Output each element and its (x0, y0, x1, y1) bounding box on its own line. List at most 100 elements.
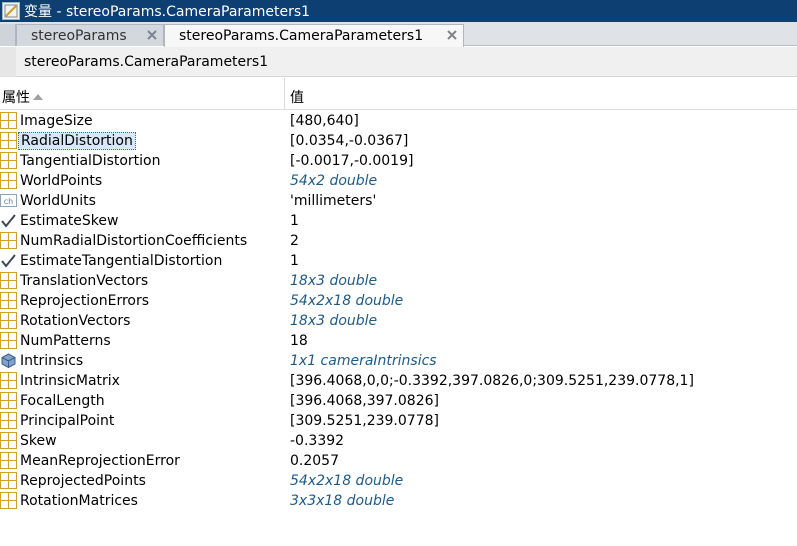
property-value[interactable]: [396.4068,397.0826] (290, 392, 439, 410)
close-icon[interactable] (145, 28, 159, 42)
grid-icon (0, 172, 17, 189)
property-name[interactable]: TangentialDistortion (20, 152, 161, 170)
property-name[interactable]: PrincipalPoint (20, 412, 114, 430)
table-row[interactable]: RotationMatrices 3x3x18 double (0, 491, 797, 511)
table-row[interactable]: FocalLength [396.4068,397.0826] (0, 391, 797, 411)
window-titlebar: 变量 - stereoParams.CameraParameters1 (0, 0, 797, 22)
property-name[interactable]: ReprojectedPoints (20, 472, 146, 490)
property-value[interactable]: 1 (290, 252, 299, 270)
property-name[interactable]: WorldPoints (20, 172, 102, 190)
property-name[interactable]: EstimateTangentialDistortion (20, 252, 222, 270)
table-row[interactable]: IntrinsicMatrix [396.4068,0,0;-0.3392,397… (0, 371, 797, 391)
property-name[interactable]: TranslationVectors (20, 272, 148, 290)
grid-icon (0, 432, 17, 449)
property-name[interactable]: RotationVectors (20, 312, 130, 330)
table-row[interactable]: ch WorldUnits 'millimeters' (0, 191, 797, 211)
tab-label: stereoParams.CameraParameters1 (179, 28, 424, 44)
table-row[interactable]: RadialDistortion [0.0354,-0.0367] (0, 131, 797, 151)
property-name[interactable]: Intrinsics (20, 352, 83, 370)
property-name[interactable]: NumPatterns (20, 332, 111, 350)
table-row[interactable]: ReprojectedPoints 54x2x18 double (0, 471, 797, 491)
property-name[interactable]: IntrinsicMatrix (20, 372, 120, 390)
table-row[interactable]: WorldPoints 54x2 double (0, 171, 797, 191)
object-icon (0, 352, 17, 369)
property-name[interactable]: Skew (20, 432, 57, 450)
property-name[interactable]: EstimateSkew (20, 212, 118, 230)
table-row[interactable]: Intrinsics 1x1 cameraIntrinsics (0, 351, 797, 371)
property-value-link[interactable]: 54x2 double (290, 172, 377, 190)
property-value[interactable]: 18 (290, 332, 308, 350)
property-value-link[interactable]: 18x3 double (290, 272, 377, 290)
grid-icon (0, 412, 17, 429)
property-value[interactable]: [309.5251,239.0778] (290, 412, 439, 430)
tab-scroll-left[interactable] (0, 24, 16, 46)
sort-ascending-icon (33, 94, 43, 100)
table-row[interactable]: TangentialDistortion [-0.0017,-0.0019] (0, 151, 797, 171)
property-value[interactable]: -0.3392 (290, 432, 344, 450)
property-name[interactable]: ReprojectionErrors (20, 292, 149, 310)
tab-stereoparams[interactable]: stereoParams (16, 24, 164, 46)
property-table: ImageSize [480,640] RadialDistortion [0.035… (0, 111, 797, 511)
table-row[interactable]: NumPatterns 18 (0, 331, 797, 351)
property-value[interactable]: 1 (290, 212, 299, 230)
table-row[interactable]: ImageSize [480,640] (0, 111, 797, 131)
grid-icon (0, 472, 17, 489)
property-value[interactable]: [-0.0017,-0.0019] (290, 152, 413, 170)
property-value-link[interactable]: 18x3 double (290, 312, 377, 330)
table-row[interactable]: EstimateTangentialDistortion 1 (0, 251, 797, 271)
property-value[interactable]: 2 (290, 232, 299, 250)
table-row[interactable]: Skew -0.3392 (0, 431, 797, 451)
grid-icon (0, 112, 17, 129)
table-header: 属性 值 (0, 78, 797, 110)
property-name[interactable]: RadialDistortion (18, 132, 136, 150)
property-value-link[interactable]: 1x1 cameraIntrinsics (290, 352, 437, 370)
table-row[interactable]: PrincipalPoint [309.5251,239.0778] (0, 411, 797, 431)
property-value[interactable]: [0.0354,-0.0367] (290, 132, 408, 150)
property-value[interactable]: 0.2057 (290, 452, 339, 470)
column-header-value[interactable]: 值 (290, 87, 304, 107)
grid-icon (0, 332, 17, 349)
variable-path: stereoParams.CameraParameters1 (24, 53, 269, 70)
column-header-property-label: 属性 (2, 90, 30, 106)
grid-icon (0, 312, 17, 329)
svg-text:ch: ch (4, 197, 13, 206)
table-row[interactable]: EstimateSkew 1 (0, 211, 797, 231)
window-title: 变量 - stereoParams.CameraParameters1 (24, 4, 311, 20)
property-value-link[interactable]: 3x3x18 double (290, 492, 394, 510)
table-row[interactable]: NumRadialDistortionCoefficients 2 (0, 231, 797, 251)
property-value[interactable]: [480,640] (290, 112, 359, 130)
grid-icon (0, 152, 17, 169)
table-row[interactable]: MeanReprojectionError 0.2057 (0, 451, 797, 471)
close-icon[interactable] (445, 28, 459, 42)
check-icon (0, 252, 17, 269)
column-resize-handle[interactable] (284, 78, 285, 110)
property-name[interactable]: NumRadialDistortionCoefficients (20, 232, 247, 250)
property-name[interactable]: FocalLength (20, 392, 105, 410)
tab-bar: stereoParams stereoParams.CameraParamete… (0, 22, 797, 47)
property-value-link[interactable]: 54x2x18 double (290, 292, 403, 310)
check-icon (0, 212, 17, 229)
grid-icon (0, 372, 17, 389)
char-icon: ch (0, 192, 17, 209)
property-value-link[interactable]: 54x2x18 double (290, 472, 403, 490)
grid-icon (0, 452, 17, 469)
property-value[interactable]: [396.4068,0,0;-0.3392,397.0826,0;309.525… (290, 372, 694, 390)
grid-icon (0, 292, 17, 309)
table-row[interactable]: RotationVectors 18x3 double (0, 311, 797, 331)
property-name[interactable]: RotationMatrices (20, 492, 138, 510)
tab-label: stereoParams (31, 27, 127, 44)
variable-path-bar: stereoParams.CameraParameters1 (0, 46, 797, 77)
grid-icon (0, 132, 17, 149)
path-gutter (0, 46, 16, 77)
variable-editor-icon (2, 2, 20, 20)
property-name[interactable]: WorldUnits (20, 192, 96, 210)
grid-icon (0, 272, 17, 289)
column-header-property[interactable]: 属性 (2, 87, 43, 107)
property-name[interactable]: MeanReprojectionError (20, 452, 180, 470)
property-value[interactable]: 'millimeters' (290, 192, 376, 210)
grid-icon (0, 492, 17, 509)
table-row[interactable]: ReprojectionErrors 54x2x18 double (0, 291, 797, 311)
property-name[interactable]: ImageSize (20, 112, 93, 130)
tab-cameraparameters1[interactable]: stereoParams.CameraParameters1 (164, 24, 464, 47)
table-row[interactable]: TranslationVectors 18x3 double (0, 271, 797, 291)
